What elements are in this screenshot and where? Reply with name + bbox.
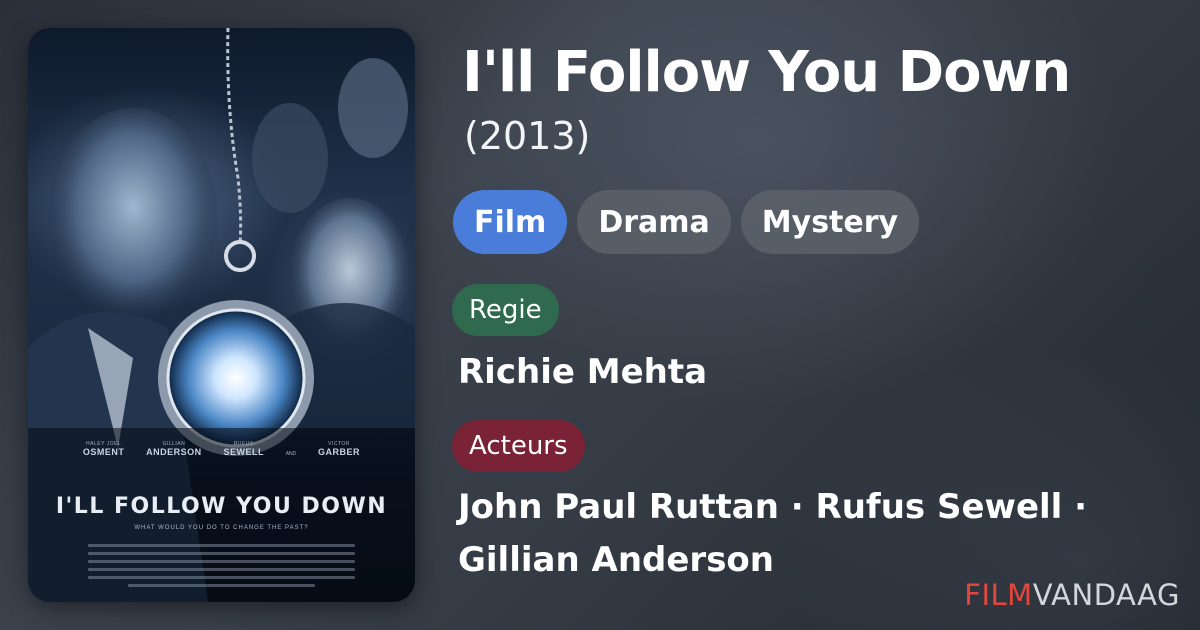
genre-pill-drama[interactable]: Drama <box>577 190 731 254</box>
brand-logo-part2: VANDAAG <box>1032 578 1180 612</box>
watch-chain <box>226 28 243 244</box>
genre-list: Film Drama Mystery <box>453 190 920 254</box>
poster-tagline: WHAT WOULD YOU DO TO CHANGE THE PAST? <box>134 525 309 531</box>
director-name[interactable]: Richie Mehta <box>458 346 707 399</box>
director-label: Regie <box>452 284 559 336</box>
genre-pill-film[interactable]: Film <box>453 190 568 254</box>
poster-cast-list: HALEY JOEL OSMENT GILLIAN ANDERSON RUFUS SE… <box>28 441 415 458</box>
brand-logo[interactable]: FILMVANDAAG <box>964 578 1180 612</box>
poster-cast-name: HALEY JOEL OSMENT <box>82 441 125 457</box>
poster-cast-name: GILLIAN ANDERSON <box>146 441 202 457</box>
poster-billing-block <box>88 544 355 587</box>
actor-face-left <box>48 108 218 328</box>
movie-year: (2013) <box>464 114 591 158</box>
actor-face-middle <box>252 103 328 213</box>
actors-names[interactable]: John Paul Ruttan · Rufus Sewell · Gillia… <box>458 481 1158 587</box>
brand-logo-part1: FILM <box>964 578 1033 612</box>
actors-label: Acteurs <box>452 420 585 472</box>
actor-face-top <box>338 58 408 158</box>
movie-poster[interactable]: HALEY JOEL OSMENT GILLIAN ANDERSON RUFUS SE… <box>28 28 415 602</box>
poster-cast-name: VICTOR GARBER <box>318 441 361 457</box>
genre-pill-mystery[interactable]: Mystery <box>740 190 920 254</box>
poster-title: I'LL FOLLOW YOU DOWN <box>55 494 388 519</box>
poster-cast-name: RUFUS SEWELL <box>223 441 264 457</box>
movie-title: I'll Follow You Down <box>462 40 1071 105</box>
poster-cast-and: AND <box>285 451 297 458</box>
share-card: HALEY JOEL OSMENT GILLIAN ANDERSON RUFUS SE… <box>0 0 1200 630</box>
